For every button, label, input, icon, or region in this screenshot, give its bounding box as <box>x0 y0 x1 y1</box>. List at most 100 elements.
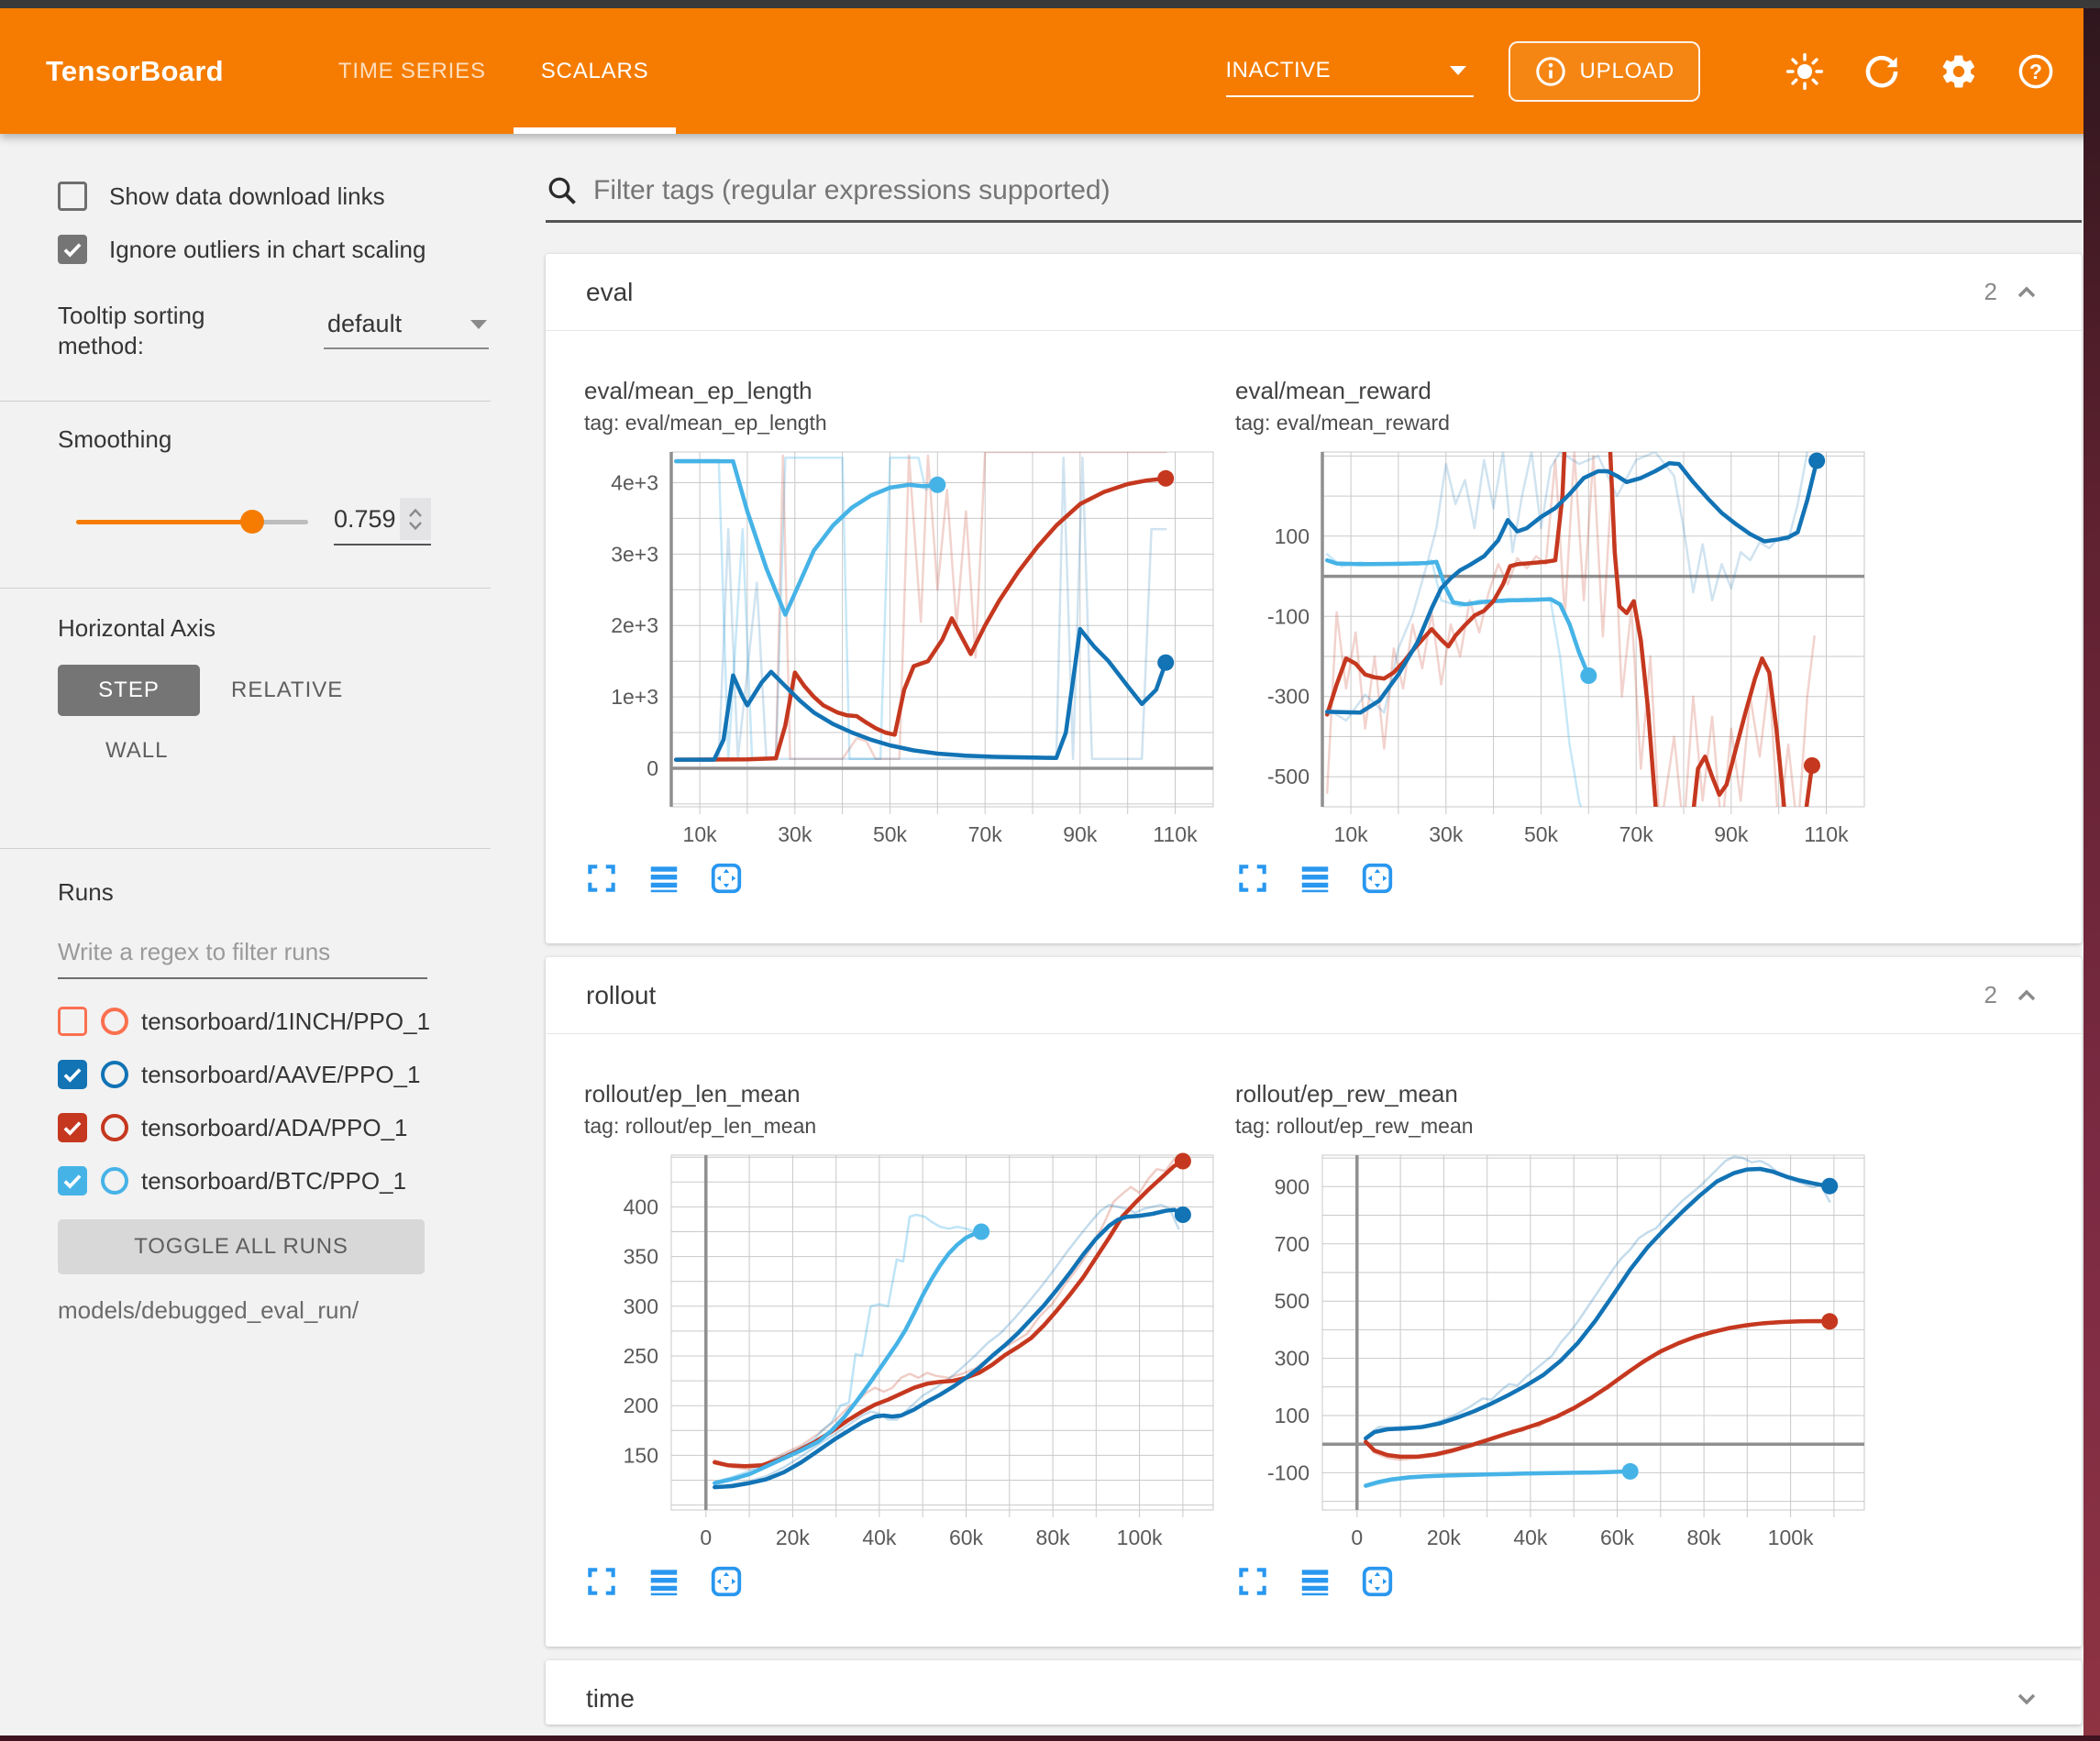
fit-domain-icon[interactable] <box>1360 861 1395 896</box>
run-checkbox[interactable] <box>58 1113 87 1142</box>
section-title: rollout <box>586 981 656 1010</box>
run-row-btc[interactable]: tensorboard/BTC/PPO_1 <box>58 1166 518 1196</box>
axis-step-button[interactable]: STEP <box>58 665 200 716</box>
axis-relative-button[interactable]: RELATIVE <box>231 678 343 703</box>
run-label: tensorboard/ADA/PPO_1 <box>141 1114 408 1142</box>
section-collapse-control[interactable]: 2 <box>1984 981 2041 1010</box>
axis-wall-button[interactable]: WALL <box>105 738 168 763</box>
expand-chart-icon[interactable] <box>584 1564 619 1599</box>
sidebar-divider <box>0 848 491 849</box>
sidebar-divider <box>0 588 491 589</box>
window-top-edge <box>0 0 2100 8</box>
smoothing-stepper[interactable] <box>400 498 431 540</box>
fit-domain-icon[interactable] <box>709 1564 744 1599</box>
toggle-all-runs-button[interactable]: TOGGLE ALL RUNS <box>58 1219 425 1274</box>
run-checkbox[interactable] <box>58 1166 87 1196</box>
svg-text:?: ? <box>2029 60 2042 83</box>
svg-text:100: 100 <box>1275 1404 1310 1427</box>
runs-selector-icon[interactable] <box>1298 861 1332 896</box>
line-chart-ep-len-mean[interactable]: 020k40k60k80k100k150200250300350400 <box>584 1148 1226 1560</box>
svg-text:100k: 100k <box>1768 1526 1814 1549</box>
ignore-outliers-checkbox[interactable] <box>58 235 87 264</box>
line-chart-mean-ep-length[interactable]: 10k30k50k70k90k110k01e+32e+33e+34e+3 <box>584 445 1226 857</box>
show-download-links-row: Show data download links <box>58 182 518 211</box>
tag-filter-input[interactable]: Filter tags (regular expressions support… <box>593 175 1111 206</box>
svg-text:80k: 80k <box>1687 1526 1722 1549</box>
svg-text:0: 0 <box>647 756 658 780</box>
run-row-ada[interactable]: tensorboard/ADA/PPO_1 <box>58 1113 518 1142</box>
svg-text:40k: 40k <box>862 1526 897 1549</box>
upload-button-label: UPLOAD <box>1580 59 1675 84</box>
runs-selector-icon[interactable] <box>1298 1564 1332 1599</box>
section-header-rollout[interactable]: rollout 2 <box>546 957 2082 1034</box>
info-icon <box>1534 55 1567 88</box>
tooltip-sorting-select[interactable]: default <box>324 306 489 349</box>
smoothing-label: Smoothing <box>58 425 518 454</box>
status-dropdown[interactable]: INACTIVE <box>1226 46 1474 97</box>
runs-selector-icon[interactable] <box>647 861 681 896</box>
svg-text:70k: 70k <box>968 822 1003 846</box>
chart-title: rollout/ep_rew_mean <box>1235 1080 1877 1108</box>
runs-logdir-path: models/debugged_eval_run/ <box>58 1296 518 1325</box>
expand-chart-icon[interactable] <box>1235 1564 1270 1599</box>
tab-time-series[interactable]: TIME SERIES <box>311 8 514 134</box>
section-collapse-control[interactable] <box>2012 1684 2041 1713</box>
svg-text:30k: 30k <box>778 822 812 846</box>
chart-block-mean-ep-length: eval/mean_ep_length tag: eval/mean_ep_le… <box>584 377 1226 943</box>
svg-text:-300: -300 <box>1267 685 1310 709</box>
show-download-links-checkbox[interactable] <box>58 182 87 211</box>
svg-text:10k: 10k <box>1334 822 1369 846</box>
ignore-outliers-row: Ignore outliers in chart scaling <box>58 235 518 264</box>
section-header-time[interactable]: time <box>546 1660 2082 1737</box>
settings-button[interactable] <box>1939 51 1979 92</box>
svg-text:20k: 20k <box>1427 1526 1462 1549</box>
svg-text:250: 250 <box>624 1344 658 1368</box>
run-row-1inch[interactable]: tensorboard/1INCH/PPO_1 <box>58 1007 518 1036</box>
horizontal-axis-buttons: STEP RELATIVE <box>58 665 518 716</box>
upload-button[interactable]: UPLOAD <box>1509 41 1701 102</box>
run-color-swatch <box>101 1008 128 1035</box>
chart-toolbar <box>1235 1564 1877 1647</box>
svg-text:10k: 10k <box>683 822 718 846</box>
run-checkbox[interactable] <box>58 1060 87 1089</box>
chart-tag: tag: rollout/ep_rew_mean <box>1235 1114 1877 1139</box>
svg-text:90k: 90k <box>1063 822 1098 846</box>
brightness-toggle-button[interactable] <box>1785 51 1825 92</box>
chart-tag: tag: eval/mean_ep_length <box>584 411 1226 435</box>
tag-filter-row: Filter tags (regular expressions support… <box>546 174 2082 223</box>
expand-chart-icon[interactable] <box>584 861 619 896</box>
smoothing-slider[interactable] <box>76 520 308 524</box>
smoothing-slider-thumb[interactable] <box>240 510 264 534</box>
runs-selector-icon[interactable] <box>647 1564 681 1599</box>
run-row-aave[interactable]: tensorboard/AAVE/PPO_1 <box>58 1060 518 1089</box>
section-title: time <box>586 1684 635 1713</box>
help-button[interactable]: ? <box>2016 51 2056 92</box>
axis-step-label: STEP <box>98 678 160 703</box>
svg-text:4e+3: 4e+3 <box>611 471 658 495</box>
section-header-eval[interactable]: eval 2 <box>546 254 2082 331</box>
svg-text:20k: 20k <box>776 1526 811 1549</box>
search-icon <box>546 174 579 207</box>
chart-toolbar <box>1235 861 1877 943</box>
svg-text:60k: 60k <box>949 1526 984 1549</box>
run-color-swatch <box>101 1061 128 1088</box>
fit-domain-icon[interactable] <box>1360 1564 1395 1599</box>
tensorboard-app: TensorBoard TIME SERIES SCALARS INACTIVE… <box>0 0 2100 1741</box>
run-label: tensorboard/1INCH/PPO_1 <box>141 1008 430 1036</box>
line-chart-mean-reward[interactable]: 10k30k50k70k90k110k100-100-300-500 <box>1235 445 1877 857</box>
refresh-button[interactable] <box>1862 51 1902 92</box>
expand-chart-icon[interactable] <box>1235 861 1270 896</box>
run-label: tensorboard/BTC/PPO_1 <box>141 1167 406 1196</box>
rollout-charts-row: rollout/ep_len_mean tag: rollout/ep_len_… <box>546 1034 2082 1647</box>
fit-domain-icon[interactable] <box>709 861 744 896</box>
brightness-icon <box>1785 52 1824 91</box>
tab-scalars[interactable]: SCALARS <box>514 8 677 134</box>
run-checkbox[interactable] <box>58 1007 87 1036</box>
chart-tag: tag: eval/mean_reward <box>1235 411 1877 435</box>
stepper-up-icon <box>408 508 423 518</box>
active-tab-underline <box>514 127 677 134</box>
svg-text:150: 150 <box>624 1443 658 1467</box>
line-chart-ep-rew-mean[interactable]: 020k40k60k80k100k-100100300500700900 <box>1235 1148 1877 1560</box>
section-collapse-control[interactable]: 2 <box>1984 278 2041 307</box>
runs-filter-input[interactable]: Write a regex to filter runs <box>58 938 427 979</box>
